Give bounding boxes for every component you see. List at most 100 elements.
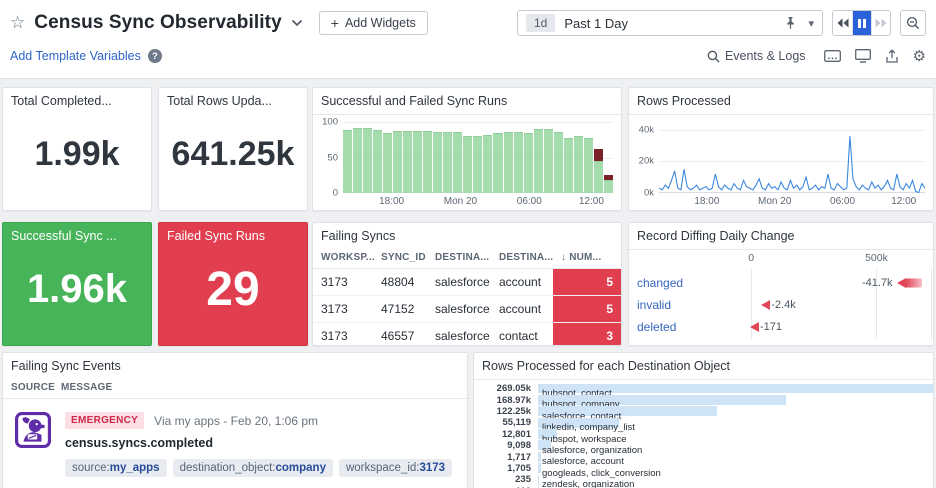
time-backward-button[interactable] (833, 11, 852, 35)
event-tag[interactable]: source:my_apps (65, 459, 167, 477)
column-header[interactable]: DESTINA... (499, 252, 561, 263)
table-row[interactable]: 317347152salesforceaccount5 (313, 296, 621, 323)
toplist-bar-cell: salesforce, account (538, 451, 933, 462)
bar (393, 122, 402, 193)
x-axis-label: 06:00 (830, 196, 855, 207)
tv-mode-icon[interactable] (824, 50, 841, 63)
toplist-row[interactable]: 235zendesk, organization (474, 474, 933, 485)
x-axis-label: 06:00 (517, 196, 542, 207)
plus-icon: + (331, 16, 339, 30)
events-logs-label: Events & Logs (725, 49, 806, 63)
table-cell: account (491, 296, 553, 322)
share-export-icon[interactable] (885, 49, 899, 64)
toplist-value: 55,119 (474, 417, 538, 428)
favorite-star-icon[interactable]: ☆ (10, 13, 25, 33)
success-bar-segment (453, 132, 462, 193)
add-template-variables-link[interactable]: Add Template Variables (10, 49, 141, 63)
toplist-row[interactable]: 1,717salesforce, account (474, 451, 933, 462)
header-toolbar-row: Add Template Variables ? Events & Logs ⚙ (0, 40, 936, 72)
time-range-caret-icon[interactable]: ▾ (808, 17, 814, 30)
column-header[interactable]: DESTINA... (435, 252, 499, 263)
event-tags: source:my_apps destination_object:company… (65, 459, 457, 477)
toplist-value: 168.97k (474, 395, 538, 406)
time-forward-button[interactable] (871, 11, 890, 35)
x-axis-label: Mon 20 (758, 196, 791, 207)
time-range-picker[interactable]: 1d Past 1 Day ▾ (517, 10, 823, 36)
widget-total-completed: Total Completed... 1.99k (2, 87, 152, 211)
title-dropdown-button[interactable] (291, 19, 303, 27)
table-row[interactable]: 317348804salesforceaccount5 (313, 269, 621, 296)
help-icon[interactable]: ? (148, 49, 162, 63)
sort-descending-icon: ↓ (561, 252, 566, 263)
widget-record-diffing: Record Diffing Daily Change 0500kchanged… (628, 222, 934, 346)
rows-processed-line-chart[interactable]: 40k20k0k18:00Mon 2006:0012:00 (659, 122, 925, 193)
x-axis-label: Mon 20 (444, 196, 477, 207)
sync-runs-bar-chart[interactable]: 10050018:00Mon 2006:0012:00 (343, 122, 613, 193)
successful-sync-value: 1.96k (3, 247, 151, 331)
toplist-row[interactable]: 269.05khubspot, contact (474, 383, 933, 394)
gear-icon[interactable]: ⚙ (913, 49, 926, 64)
toplist-row[interactable]: 122.25ksalesforce, contact (474, 406, 933, 417)
pin-timeframe-icon[interactable] (784, 16, 797, 30)
toplist-value: 1,705 (474, 463, 538, 474)
event-tag[interactable]: destination_object:company (173, 459, 333, 477)
column-header[interactable]: ↓NUM... (561, 252, 621, 263)
success-bar-segment (393, 131, 402, 193)
success-bar-segment (594, 161, 603, 193)
pause-live-button[interactable] (852, 11, 871, 35)
toplist-bar-cell: hubspot, contact (538, 383, 933, 394)
toplist-bar-cell: hubspot, workspace (538, 429, 933, 440)
table-cell: contact (491, 323, 553, 346)
toplist-row[interactable]: 12,801hubspot, workspace (474, 429, 933, 440)
bar (554, 122, 563, 193)
success-bar-segment (413, 131, 422, 193)
num-sync-errors-cell: 3 (553, 323, 621, 346)
change-row-label-changed[interactable]: changed (637, 276, 683, 290)
y-axis-label: 100 (322, 117, 338, 128)
toplist-row[interactable]: 168.97khubspot, company (474, 394, 933, 405)
toplist-row[interactable]: 9,098salesforce, organization (474, 440, 933, 451)
column-header[interactable]: WORKSP... (321, 252, 381, 263)
bar (524, 122, 533, 193)
record-diffing-change-chart[interactable]: 0500kchanged-41.7kinvalid-2.4kdeleted-17… (629, 250, 933, 345)
pause-icon (858, 19, 866, 28)
zoom-out-time-button[interactable] (900, 10, 926, 36)
toplist-row[interactable]: 55,119linkedin, company_list (474, 417, 933, 428)
event-row[interactable]: EMERGENCY Via my apps - Feb 20, 1:06 pm … (3, 399, 467, 477)
dashboard-title[interactable]: Census Sync Observability (34, 12, 282, 34)
change-row: invalid-2.4k (629, 294, 933, 316)
success-bar-segment (383, 133, 392, 193)
change-row: changed-41.7k (629, 272, 933, 294)
column-header[interactable]: SYNC_ID (381, 252, 435, 263)
toplist-row[interactable]: 1,705googleads, click_conversion (474, 463, 933, 474)
success-bar-segment (443, 132, 452, 193)
failed-bar-segment (594, 149, 603, 161)
decrease-arrow-icon (897, 278, 906, 288)
event-status-badge: EMERGENCY (65, 412, 144, 429)
y-axis-label: 20k (639, 156, 654, 167)
table-row[interactable]: 317346557salesforcecontact3 (313, 323, 621, 346)
toplist-bar-cell: googleads, click_conversion (538, 463, 933, 474)
event-tag[interactable]: workspace_id:3173 (339, 459, 452, 477)
success-bar-segment (473, 136, 482, 194)
decrease-trail-bar (906, 279, 922, 288)
event-meta: Via my apps - Feb 20, 1:06 pm (154, 414, 318, 428)
add-widgets-button[interactable]: + Add Widgets (319, 11, 428, 35)
change-row-label-deleted[interactable]: deleted (637, 320, 676, 334)
bar (353, 122, 362, 193)
widget-failed-sync-runs: Failed Sync Runs 29 (158, 222, 308, 346)
search-icon (707, 50, 720, 63)
success-bar-segment (584, 138, 593, 193)
bar (604, 122, 613, 193)
table-cell: salesforce (427, 323, 491, 346)
widget-title: Total Completed... (3, 88, 151, 112)
event-name: census.syncs.completed (65, 436, 457, 450)
table-cell: 47152 (373, 296, 427, 322)
failed-sync-runs-value: 29 (159, 247, 307, 331)
x-axis-label: 18:00 (694, 196, 719, 207)
events-logs-button[interactable]: Events & Logs (707, 49, 806, 63)
toplist-bar-cell: zendesk, organization (538, 474, 933, 485)
fullscreen-monitor-icon[interactable] (855, 49, 871, 63)
change-row-label-invalid[interactable]: invalid (637, 298, 671, 312)
bar (363, 122, 372, 193)
